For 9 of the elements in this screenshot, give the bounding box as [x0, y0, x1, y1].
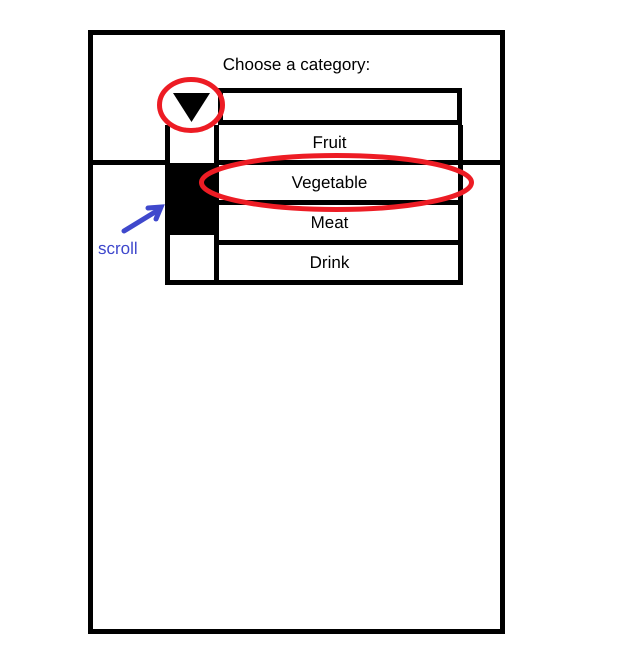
list-option[interactable]: Drink [219, 245, 458, 285]
caret-icon[interactable] [173, 93, 210, 122]
annotation-label: scroll [98, 238, 138, 260]
list-option[interactable]: Fruit [219, 125, 458, 165]
list-option[interactable]: Meat [219, 205, 458, 245]
arrow-icon [120, 203, 165, 235]
scrollbar-track[interactable] [165, 125, 219, 285]
dropdown-field[interactable] [218, 88, 462, 125]
prompt-label: Choose a category: [222, 55, 370, 75]
